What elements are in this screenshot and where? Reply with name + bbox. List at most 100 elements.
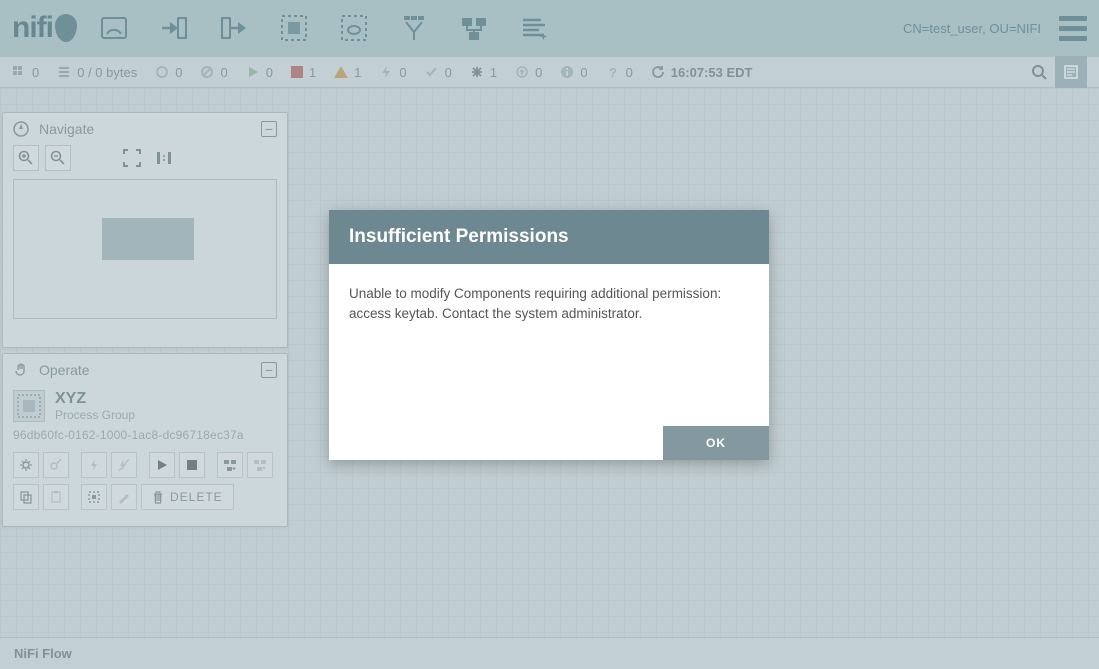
permissions-dialog: Insufficient Permissions Unable to modif… (329, 210, 769, 460)
spacer (87, 145, 113, 171)
logo-drop-icon (55, 14, 77, 42)
status-stopped: 1 (291, 65, 316, 80)
process-group-icon[interactable] (277, 11, 311, 45)
stop-icon (291, 66, 303, 78)
status-value: 0 (175, 65, 182, 80)
status-uptodate: 0 (425, 65, 452, 80)
template-icon[interactable] (457, 11, 491, 45)
check-icon (425, 65, 439, 79)
operate-name: XYZ (55, 390, 135, 408)
header-right: CN=test_user, OU=NIFI (903, 16, 1087, 41)
delete-label: DELETE (170, 490, 223, 504)
play-icon (246, 65, 260, 79)
operate-title: Operate (39, 362, 90, 378)
status-locally-modified: 1 (470, 65, 497, 80)
dialog-footer: OK (329, 426, 769, 460)
status-refresh[interactable]: 16:07:53 EDT (651, 65, 753, 80)
status-not-transmitting: 0 (200, 65, 227, 80)
delete-button[interactable]: DELETE (141, 484, 234, 510)
status-value: 0 (399, 65, 406, 80)
status-value: 1 (309, 65, 316, 80)
operate-actions-row-2: DELETE (13, 484, 277, 510)
navigate-panel-header: Navigate − (3, 113, 287, 145)
asterisk-icon (470, 65, 484, 79)
status-value: 0 (266, 65, 273, 80)
status-value: 1 (490, 65, 497, 80)
color-button[interactable] (111, 484, 137, 510)
operate-type: Process Group (55, 408, 135, 422)
search-button[interactable] (1023, 56, 1055, 88)
status-value: 16:07:53 EDT (671, 65, 753, 80)
breadcrumb-root[interactable]: NiFi Flow (14, 646, 72, 661)
processor-icon[interactable] (97, 11, 131, 45)
compass-icon (13, 121, 29, 137)
operate-body: XYZ Process Group 96db60fc-0162-1000-1ac… (3, 386, 287, 520)
list-icon (57, 65, 71, 79)
hand-icon (13, 362, 29, 378)
status-value: 0 (32, 65, 39, 80)
stop-button[interactable] (179, 452, 205, 478)
group-button[interactable] (81, 484, 107, 510)
status-locally-stale: 0 (560, 65, 587, 80)
navigate-panel: Navigate − (2, 112, 288, 348)
status-running: 0 (246, 65, 273, 80)
zoom-out-button[interactable] (45, 145, 71, 171)
copy-button[interactable] (13, 484, 39, 510)
status-value: 0 (445, 65, 452, 80)
status-stale: 0 (515, 65, 542, 80)
status-value: 0 (220, 65, 227, 80)
operate-panel: Operate − XYZ Process Group 96db60fc-016… (2, 353, 288, 527)
collapse-button[interactable]: − (261, 362, 277, 378)
start-button[interactable] (149, 452, 175, 478)
status-value: 0 (580, 65, 587, 80)
disable-button[interactable] (111, 452, 137, 478)
status-transmitting: 0 (155, 65, 182, 80)
status-value: 0 (535, 65, 542, 80)
transmit-icon (155, 65, 169, 79)
not-transmit-icon (200, 65, 214, 79)
status-bar: 0 0 / 0 bytes 0 0 0 1 1 0 (0, 56, 1099, 88)
paste-button[interactable] (43, 484, 69, 510)
navigate-title: Navigate (39, 121, 94, 137)
logo: nifi (12, 11, 77, 45)
collapse-button[interactable]: − (261, 121, 277, 137)
funnel-icon[interactable] (397, 11, 431, 45)
status-bar-right (1023, 56, 1087, 88)
remote-process-group-icon[interactable] (337, 11, 371, 45)
status-value: 0 / 0 bytes (77, 65, 137, 80)
bulletin-button[interactable] (1055, 56, 1087, 88)
zoom-fit-button[interactable] (119, 145, 145, 171)
output-port-icon[interactable] (217, 11, 251, 45)
navigate-tools (3, 145, 287, 179)
arrow-up-icon (515, 65, 529, 79)
status-value: 0 (626, 65, 633, 80)
logo-text: nifi (12, 11, 53, 45)
input-port-icon[interactable] (157, 11, 191, 45)
status-invalid: 1 (334, 65, 361, 80)
warning-icon (334, 66, 348, 78)
component-toolbar (97, 11, 551, 45)
breadcrumb-bar: NiFi Flow (0, 637, 1099, 669)
dialog-title: Insufficient Permissions (329, 210, 769, 264)
operate-target: XYZ Process Group (13, 390, 277, 422)
zoom-in-button[interactable] (13, 145, 39, 171)
status-threads: 0 (12, 65, 39, 80)
template-upload-button[interactable] (247, 452, 273, 478)
template-create-button[interactable] (217, 452, 243, 478)
zoom-actual-button[interactable] (151, 145, 177, 171)
status-queued: 0 / 0 bytes (57, 65, 137, 80)
configure-button[interactable] (13, 452, 39, 478)
label-icon[interactable] (517, 11, 551, 45)
menu-icon[interactable] (1059, 16, 1087, 41)
ok-button[interactable]: OK (663, 426, 769, 460)
refresh-icon (651, 65, 665, 79)
status-sync-fail: ? 0 (606, 65, 633, 80)
policies-button[interactable] (43, 452, 69, 478)
app-header: nifi CN=test_user, OU=NIFI (0, 0, 1099, 56)
process-group-icon (13, 390, 45, 422)
user-label: CN=test_user, OU=NIFI (903, 21, 1041, 36)
operate-panel-header: Operate − (3, 354, 287, 386)
dialog-message: Unable to modify Components requiring ad… (329, 264, 769, 426)
birdseye-view[interactable] (13, 179, 277, 319)
enable-button[interactable] (81, 452, 107, 478)
